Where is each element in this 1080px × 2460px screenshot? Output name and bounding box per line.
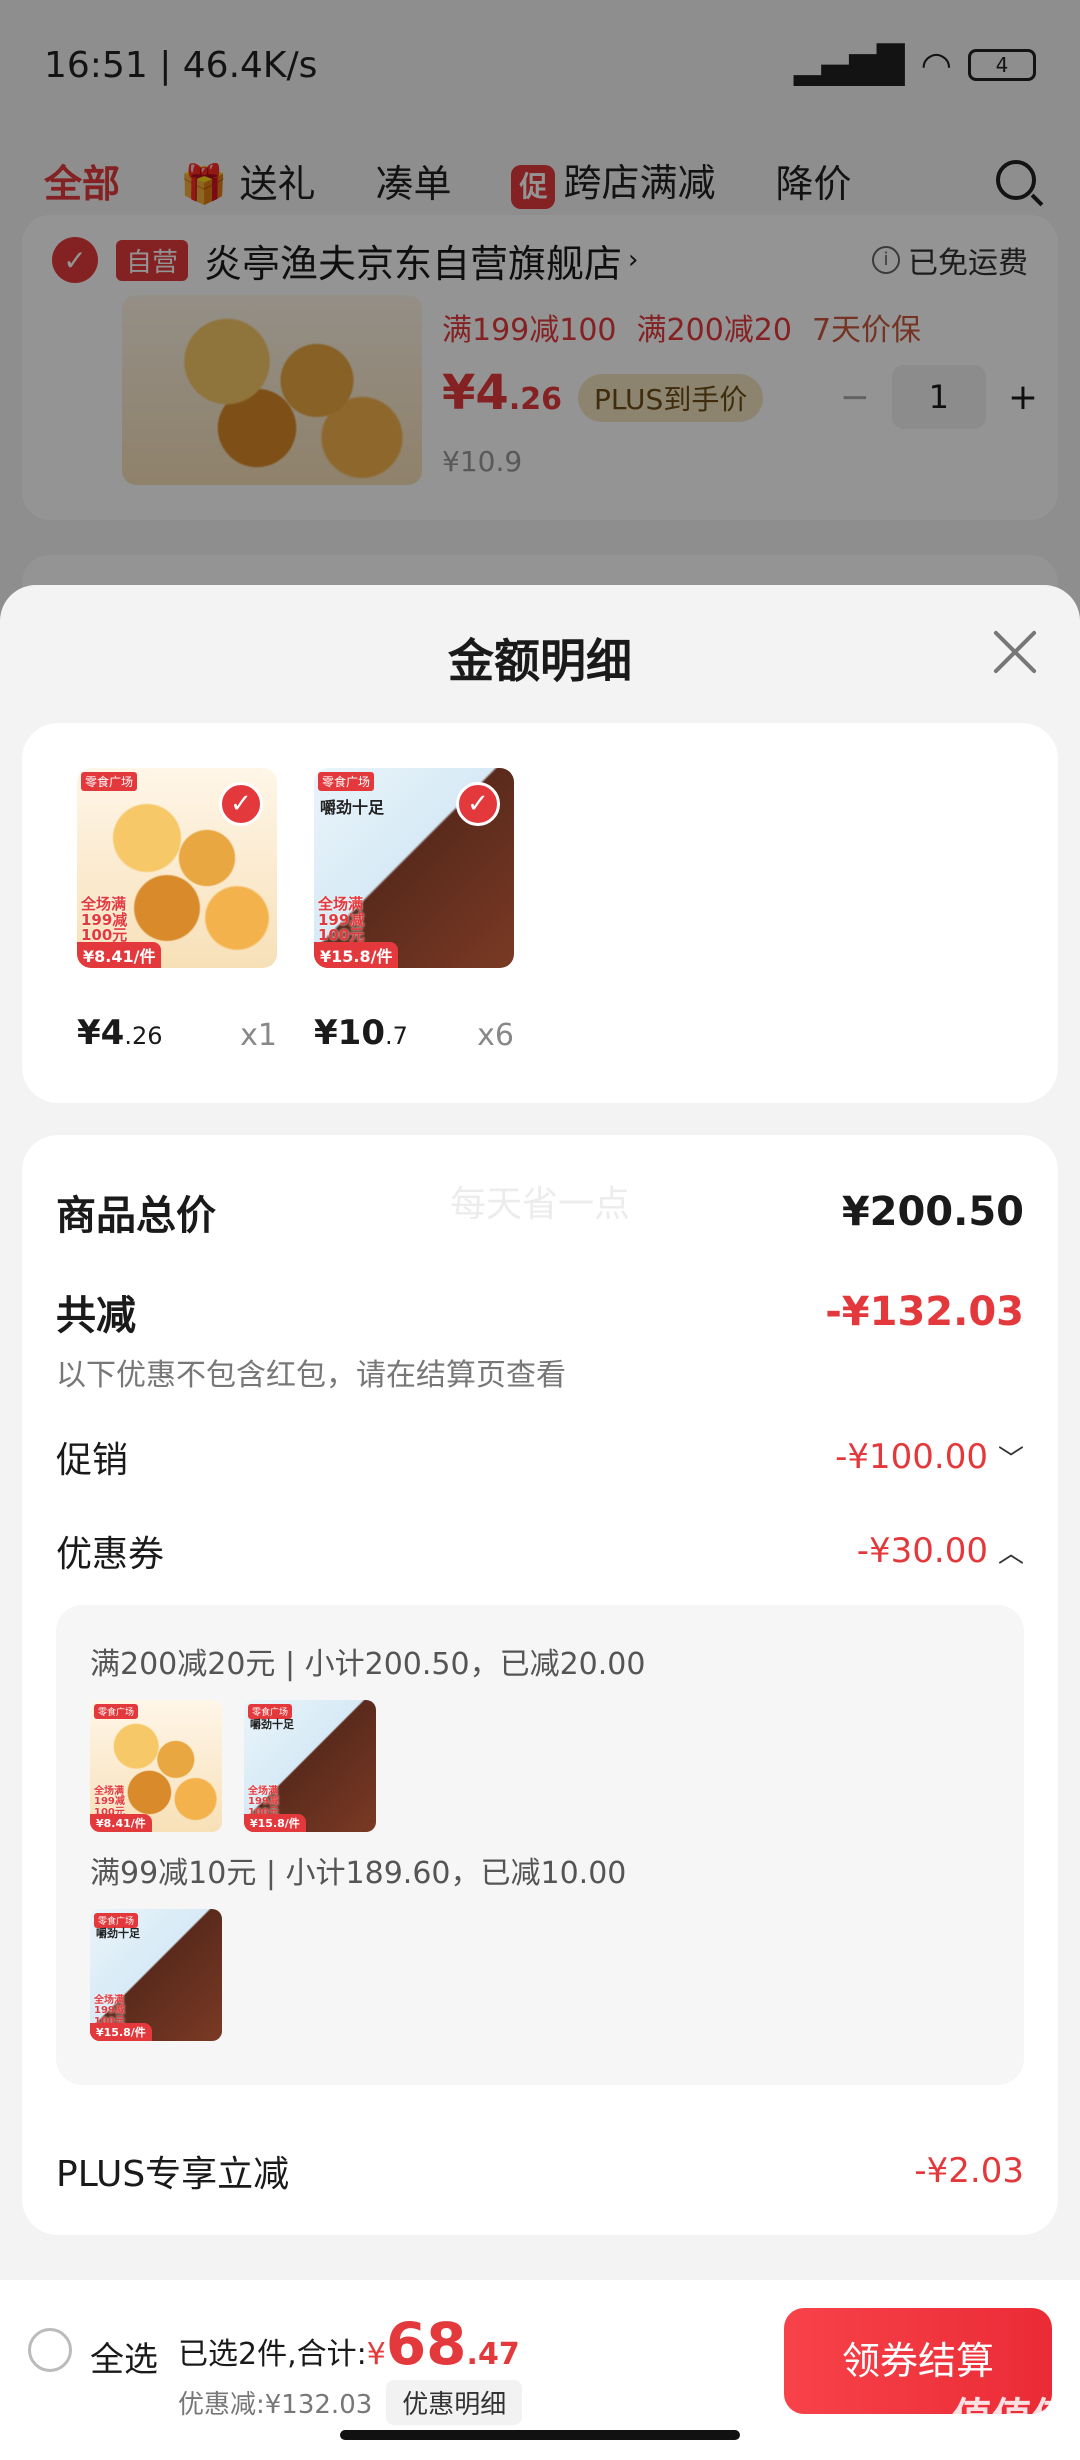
- coupon-item-thumbnail: 零食广场 嚼劲十足 全场满 199减 100元 ¥15.8/件: [244, 1700, 376, 1832]
- item-quantity: x6: [477, 1018, 514, 1053]
- total-price-row: 商品总价 ¥200.50: [56, 1183, 1024, 1241]
- coupon-label: 优惠券: [56, 1534, 165, 1575]
- promotion-value: -¥100.00 ﹀: [835, 1437, 1024, 1477]
- selected-item: 零食广场 全场满 199减 100元 ¥8.41/件 ✓ ¥4.26 x1: [77, 768, 277, 1053]
- coupon-line: 满99减10元 | 小计189.60，已减10.00: [90, 1856, 627, 1891]
- checkout-bar: 全选 已选2件,合计: ¥ 68.47 优惠减:¥132.03 优惠明细 领券结…: [0, 2280, 1080, 2460]
- amount-detail-sheet: 金额明细 零食广场 全场满 199减 100元 ¥8.41/件 ✓ ¥4.26 …: [0, 585, 1080, 2460]
- selected-item: 零食广场 嚼劲十足 全场满 199减 100元 ¥15.8/件 ✓ ¥10.7 …: [314, 768, 514, 1053]
- coupon-line: 满200减20元 | 小计200.50，已减20.00: [90, 1647, 646, 1682]
- item-quantity: x1: [240, 1018, 277, 1053]
- close-icon[interactable]: [986, 625, 1040, 679]
- select-all-radio[interactable]: [28, 2328, 72, 2372]
- amount-breakdown-card: 每天省一点 商品总价 ¥200.50 共减 -¥132.03 以下优惠不包含红包…: [22, 1135, 1058, 2235]
- total-reduce-row: 共减 -¥132.03: [56, 1283, 1024, 1341]
- item-thumbnail[interactable]: 零食广场 嚼劲十足 全场满 199减 100元 ¥15.8/件 ✓: [314, 768, 514, 968]
- discount-summary: 优惠减:¥132.03 优惠明细: [178, 2380, 523, 2425]
- plus-discount-value: -¥2.03: [914, 2151, 1024, 2191]
- plus-discount-label: PLUS专享立减: [56, 2154, 290, 2195]
- selected-check-icon[interactable]: ✓: [456, 782, 500, 826]
- promotion-label: 促销: [56, 1440, 129, 1481]
- coupon-detail-box: 满200减20元 | 小计200.50，已减20.00 零食广场 全场满 199…: [56, 1605, 1024, 2085]
- coupon-row[interactable]: 优惠券 -¥30.00 ︿: [56, 1525, 1024, 1577]
- selected-items-card: 零食广场 全场满 199减 100元 ¥8.41/件 ✓ ¥4.26 x1 零食…: [22, 723, 1058, 1103]
- promotion-row[interactable]: 促销 -¥100.00 ﹀: [56, 1431, 1024, 1483]
- discount-detail-button[interactable]: 优惠明细: [386, 2380, 523, 2425]
- coupon-value: -¥30.00 ︿: [856, 1531, 1024, 1571]
- selected-check-icon[interactable]: ✓: [219, 782, 263, 826]
- total-price-label: 商品总价: [56, 1193, 216, 1239]
- item-price: ¥10.7: [314, 1013, 408, 1053]
- sheet-title: 金额明细: [448, 634, 632, 688]
- total-reduce-label: 共减: [56, 1293, 136, 1339]
- item-price: ¥4.26: [77, 1013, 163, 1053]
- total-price-value: ¥200.50: [841, 1189, 1024, 1235]
- item-thumbnail[interactable]: 零食广场 全场满 199减 100元 ¥8.41/件 ✓: [77, 768, 277, 968]
- coupon-item-thumbnail: 零食广场 全场满 199减 100元 ¥8.41/件: [90, 1700, 222, 1832]
- home-indicator: [340, 2430, 740, 2440]
- total-reduce-value: -¥132.03: [825, 1289, 1024, 1335]
- select-all-label[interactable]: 全选: [90, 2332, 158, 2381]
- site-watermark: 值值值 zhizhizhi.com: [952, 2395, 1072, 2455]
- chevron-down-icon[interactable]: ﹀: [998, 1439, 1024, 1476]
- total-summary: 已选2件,合计: ¥ 68.47: [178, 2310, 520, 2378]
- chevron-up-icon[interactable]: ︿: [998, 1533, 1024, 1570]
- coupon-item-thumbnail: 零食广场 嚼劲十足 全场满 199减 100元 ¥15.8/件: [90, 1909, 222, 2041]
- plus-discount-row: PLUS专享立减 -¥2.03: [56, 2145, 1024, 2197]
- total-amount: 68.47: [385, 2310, 520, 2378]
- reduce-note: 以下优惠不包含红包，请在结算页查看: [56, 1358, 566, 1393]
